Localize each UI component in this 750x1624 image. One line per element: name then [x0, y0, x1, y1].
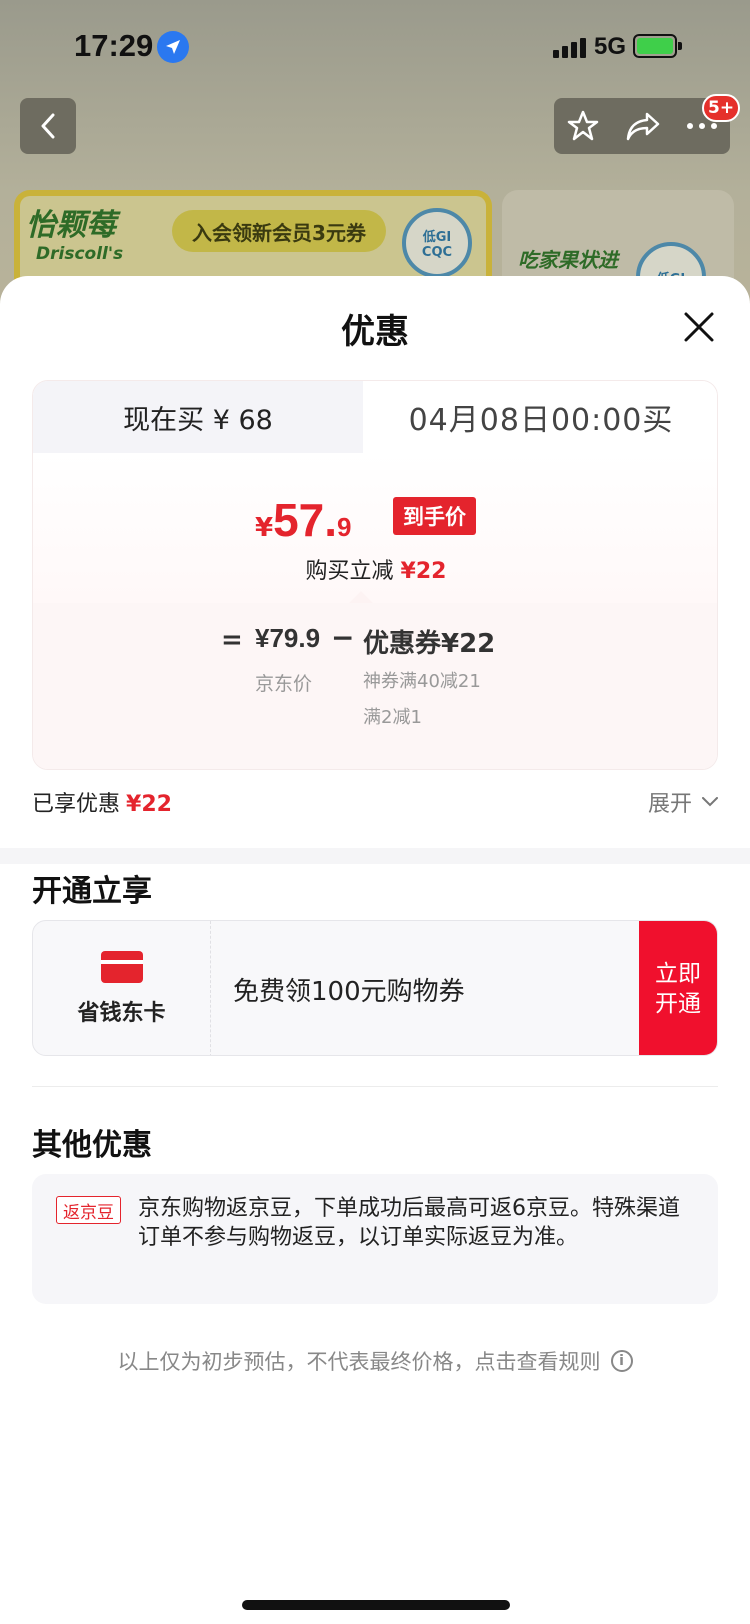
section-divider: [0, 848, 750, 864]
tab-buy-later[interactable]: 04月08日00:00买: [363, 381, 717, 453]
signal-icon: [553, 36, 589, 58]
location-arrow-icon: [157, 31, 189, 63]
secondary-brand-logo: 吃家果状进: [518, 248, 618, 272]
coupon-detail: 神券满40减21: [363, 671, 481, 692]
battery-icon: [633, 34, 682, 58]
sheet-title: 优惠: [341, 312, 409, 352]
purchase-time-tabs: 现在买 ¥ 68 04月08日00:00买: [33, 381, 717, 453]
price-card: 现在买 ¥ 68 04月08日00:00买 ¥57.9 到手价 购买立减 ¥22…: [32, 380, 718, 770]
info-icon: i: [610, 1350, 633, 1372]
enjoyed-discount-row: 已享优惠 ¥22 展开: [32, 786, 718, 826]
home-indicator[interactable]: [242, 1600, 510, 1610]
membership-card[interactable]: 省钱东卡 免费领100元购物券 立即开通: [32, 920, 718, 1056]
price-breakdown: = ¥79.9 京东价 − 优惠券¥22 神券满40减21 满2减1: [33, 603, 717, 769]
final-price-section: ¥57.9 到手价 购买立减 ¥22: [33, 453, 717, 603]
activate-button[interactable]: 立即开通: [639, 921, 717, 1055]
jd-price: ¥79.9: [255, 623, 321, 653]
coupon-total: 优惠券¥22: [363, 629, 496, 659]
low-gi-cert-badge: 低GI CQC: [402, 208, 472, 278]
rules-link[interactable]: 以上仅为初步预估，不代表最终价格，点击查看规则 i: [0, 1346, 750, 1376]
banner-promo-pill[interactable]: 入会领新会员3元券: [172, 210, 386, 252]
other-discounts-title: 其他优惠: [32, 1128, 152, 1163]
share-icon[interactable]: [625, 110, 661, 142]
close-icon[interactable]: [682, 310, 716, 344]
status-time: 17:29: [74, 28, 154, 63]
jd-bean-description: 京东购物返京豆，下单成功后最高可返6京豆。特殊渠道订单不参与购物返豆，以订单实际…: [138, 1196, 680, 1250]
chevron-down-icon: [702, 797, 718, 807]
star-icon[interactable]: [566, 109, 600, 143]
jd-price-label: 京东价: [255, 673, 313, 695]
membership-section-title: 开通立享: [32, 874, 152, 909]
tab-buy-now[interactable]: 现在买 ¥ 68: [33, 381, 363, 453]
final-price: ¥57.9: [255, 494, 352, 546]
expand-button[interactable]: 展开: [648, 786, 718, 818]
card-icon: [100, 951, 143, 983]
membership-name: 省钱东卡: [77, 1001, 166, 1026]
jd-bean-card: 返京豆 京东购物返京豆，下单成功后最高可返6京豆。特殊渠道订单不参与购物返豆，以…: [32, 1174, 718, 1304]
divider: [32, 1086, 718, 1087]
notification-badge: 5+: [702, 94, 741, 122]
coupon-detail: 满2减1: [363, 707, 422, 728]
more-icon[interactable]: [686, 121, 718, 131]
back-arrow-icon: [41, 113, 55, 139]
jd-bean-tag: 返京豆: [56, 1196, 121, 1224]
brand-logo: 怡颗莓 Driscoll's: [26, 208, 124, 264]
back-button[interactable]: [20, 98, 76, 154]
discount-sheet: 优惠 现在买 ¥ 68 04月08日00:00买 ¥57.9 到手价 购买立减 …: [0, 276, 750, 1624]
network-type: 5G: [594, 33, 627, 60]
status-bar: 17:29 5G: [0, 0, 750, 92]
final-price-tag: 到手价: [393, 497, 476, 535]
membership-description: 免费领100元购物券: [233, 976, 465, 1007]
instant-discount: 购买立减 ¥22: [305, 559, 447, 584]
